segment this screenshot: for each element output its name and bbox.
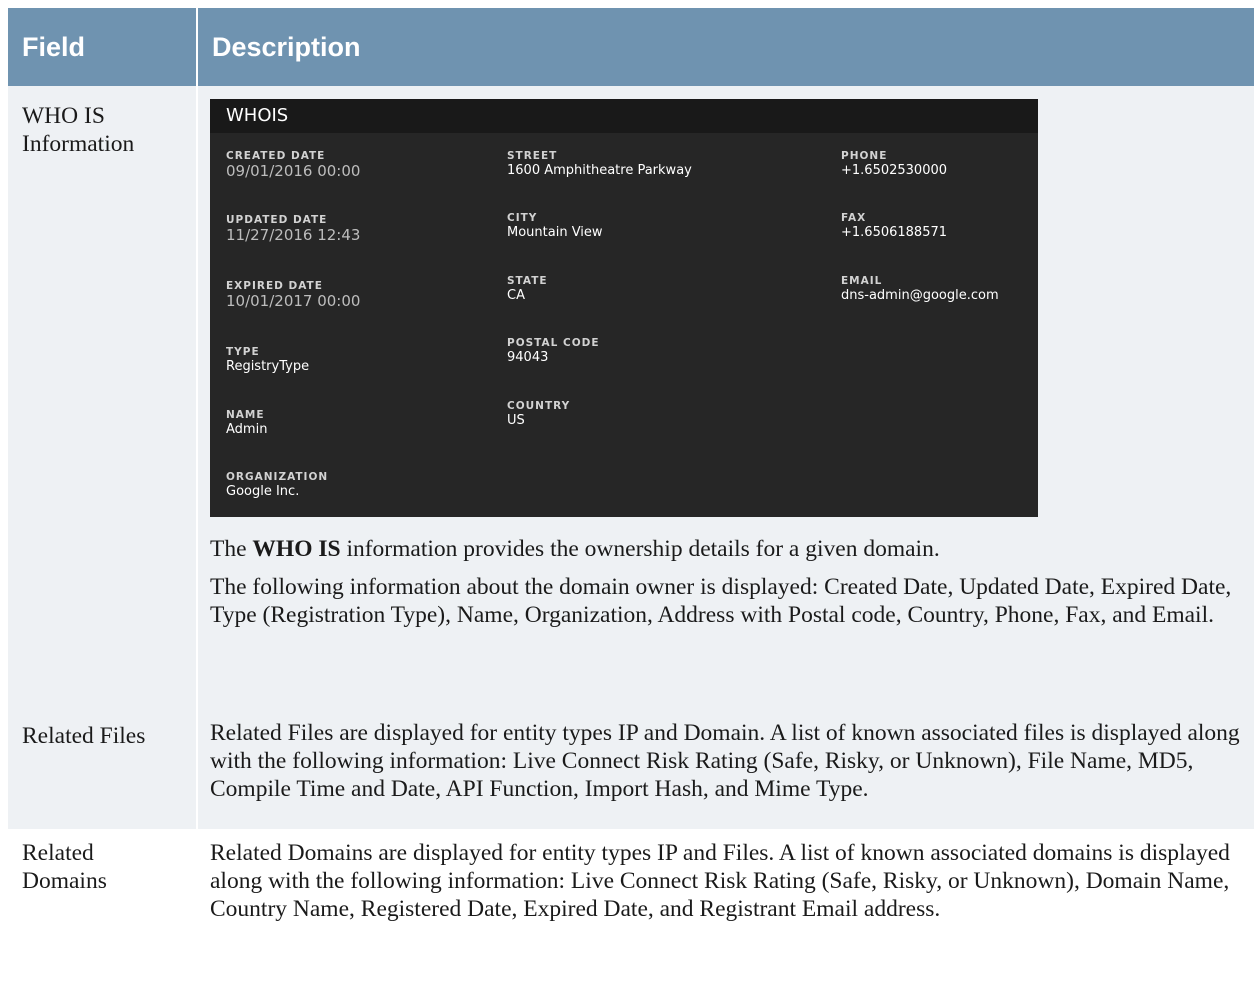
whois-value: Mountain View — [507, 225, 603, 240]
table-row: WHO IS Information WHOIS CREATED DATE 09… — [8, 86, 1254, 712]
field-cell: Related Files — [8, 712, 198, 829]
table-row: Related Domains Related Domains are disp… — [8, 829, 1254, 947]
whois-label: STREET — [507, 150, 558, 162]
description-cell: Related Domains are displayed for entity… — [210, 840, 1230, 922]
text-span: The — [210, 536, 253, 562]
whois-label: EXPIRED DATE — [226, 280, 323, 292]
whois-field: UPDATED DATE 11/27/2016 12:43 — [226, 214, 360, 244]
whois-field: EMAIL dns-admin@google.com — [841, 275, 999, 304]
whois-value: US — [507, 413, 525, 428]
whois-label: EMAIL — [841, 275, 883, 287]
whois-field: STREET 1600 Amphitheatre Parkway — [507, 150, 692, 179]
whois-field: FAX +1.6506188571 — [841, 212, 947, 241]
whois-label: FAX — [841, 212, 867, 224]
bold-term: WHO IS — [252, 536, 341, 562]
table-header: Field Description — [8, 8, 1254, 86]
whois-label: NAME — [226, 409, 265, 421]
whois-label: CITY — [507, 212, 538, 224]
whois-value: 94043 — [507, 350, 549, 365]
whois-field: EXPIRED DATE 10/01/2017 00:00 — [226, 280, 360, 310]
whois-value: dns-admin@google.com — [841, 288, 999, 303]
field-cell: WHO IS Information — [8, 86, 198, 712]
whois-field: CITY Mountain View — [507, 212, 603, 241]
whois-field: CREATED DATE 09/01/2016 00:00 — [226, 150, 360, 180]
description-cell: Related Files are displayed for entity t… — [197, 712, 1254, 829]
whois-label: CREATED DATE — [226, 150, 326, 162]
whois-label: PHONE — [841, 150, 888, 162]
whois-value: 1600 Amphitheatre Parkway — [507, 163, 692, 178]
description-header: Description — [197, 8, 1254, 86]
whois-field: NAME Admin — [226, 409, 267, 438]
whois-label: ORGANIZATION — [226, 471, 329, 483]
text-span: information provides the ownership detai… — [340, 536, 940, 562]
whois-value: 09/01/2016 00:00 — [226, 162, 361, 180]
fields-table: Field Description WHO IS Information WHO… — [8, 8, 1254, 947]
whois-field: PHONE +1.6502530000 — [841, 150, 947, 179]
whois-field: POSTAL CODE 94043 — [507, 337, 600, 366]
field-header: Field — [8, 8, 198, 86]
whois-value: +1.6506188571 — [841, 225, 948, 240]
whois-label: COUNTRY — [507, 400, 571, 412]
whois-value: +1.6502530000 — [841, 163, 948, 178]
whois-panel: WHOIS CREATED DATE 09/01/2016 00:00 UPDA… — [210, 99, 1038, 517]
whois-value: RegistryType — [226, 359, 310, 374]
description-cell: WHOIS CREATED DATE 09/01/2016 00:00 UPDA… — [197, 86, 1254, 712]
whois-label: POSTAL CODE — [507, 337, 600, 349]
whois-value: 11/27/2016 12:43 — [226, 226, 361, 244]
whois-field: STATE CA — [507, 275, 548, 304]
whois-summary-paragraph: The WHO IS information provides the owne… — [210, 535, 1240, 563]
table-row: Related Files Related Files are displaye… — [8, 712, 1254, 829]
whois-label: UPDATED DATE — [226, 214, 328, 226]
whois-label: STATE — [507, 275, 548, 287]
whois-field: COUNTRY US — [507, 400, 570, 429]
field-cell: Related Domains — [8, 829, 198, 947]
whois-value: CA — [507, 288, 525, 303]
whois-value: Google Inc. — [226, 484, 300, 499]
whois-field: TYPE RegistryType — [226, 346, 309, 375]
whois-field: ORGANIZATION Google Inc. — [226, 471, 328, 500]
whois-value: Admin — [226, 422, 268, 437]
whois-details-paragraph: The following information about the doma… — [210, 574, 1232, 628]
whois-label: TYPE — [226, 346, 260, 358]
whois-title: WHOIS — [210, 99, 1038, 133]
whois-value: 10/01/2017 00:00 — [226, 292, 361, 310]
